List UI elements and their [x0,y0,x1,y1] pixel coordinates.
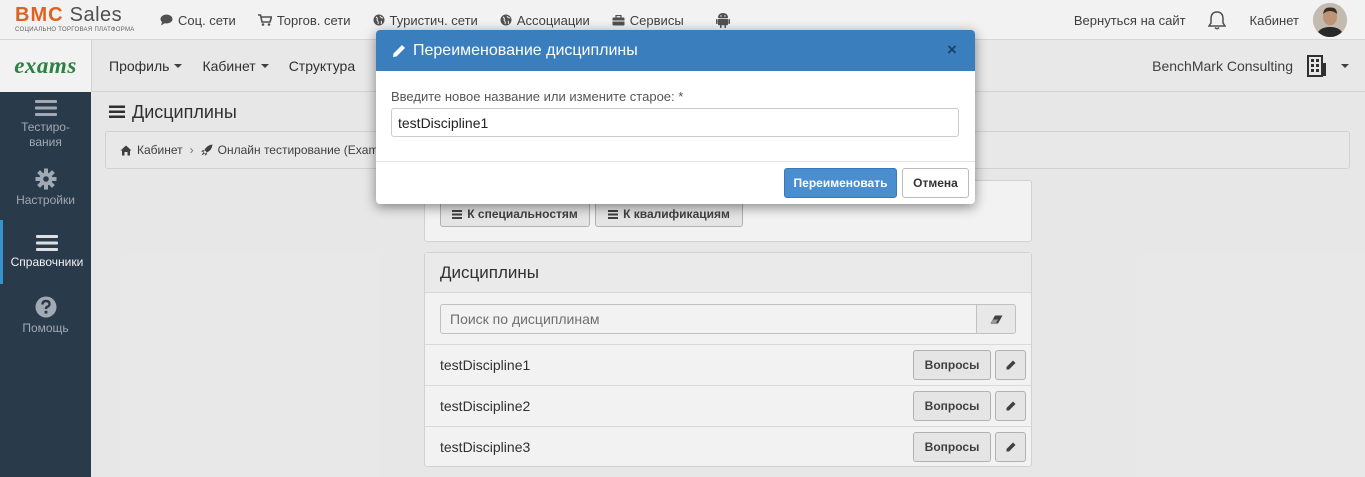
new-name-label: Введите новое название или измените стар… [391,89,684,104]
new-name-input[interactable] [391,108,959,137]
modal-header: Переименование дисциплины × [376,30,975,71]
cancel-button[interactable]: Отмена [902,168,969,198]
rename-discipline-modal: Переименование дисциплины × Введите ново… [376,30,975,204]
modal-body: Введите новое название или измените стар… [376,71,975,162]
modal-title: Переименование дисциплины [413,41,638,59]
pencil-icon [393,44,405,57]
rename-button[interactable]: Переименовать [784,168,897,198]
close-icon[interactable]: × [944,41,960,59]
